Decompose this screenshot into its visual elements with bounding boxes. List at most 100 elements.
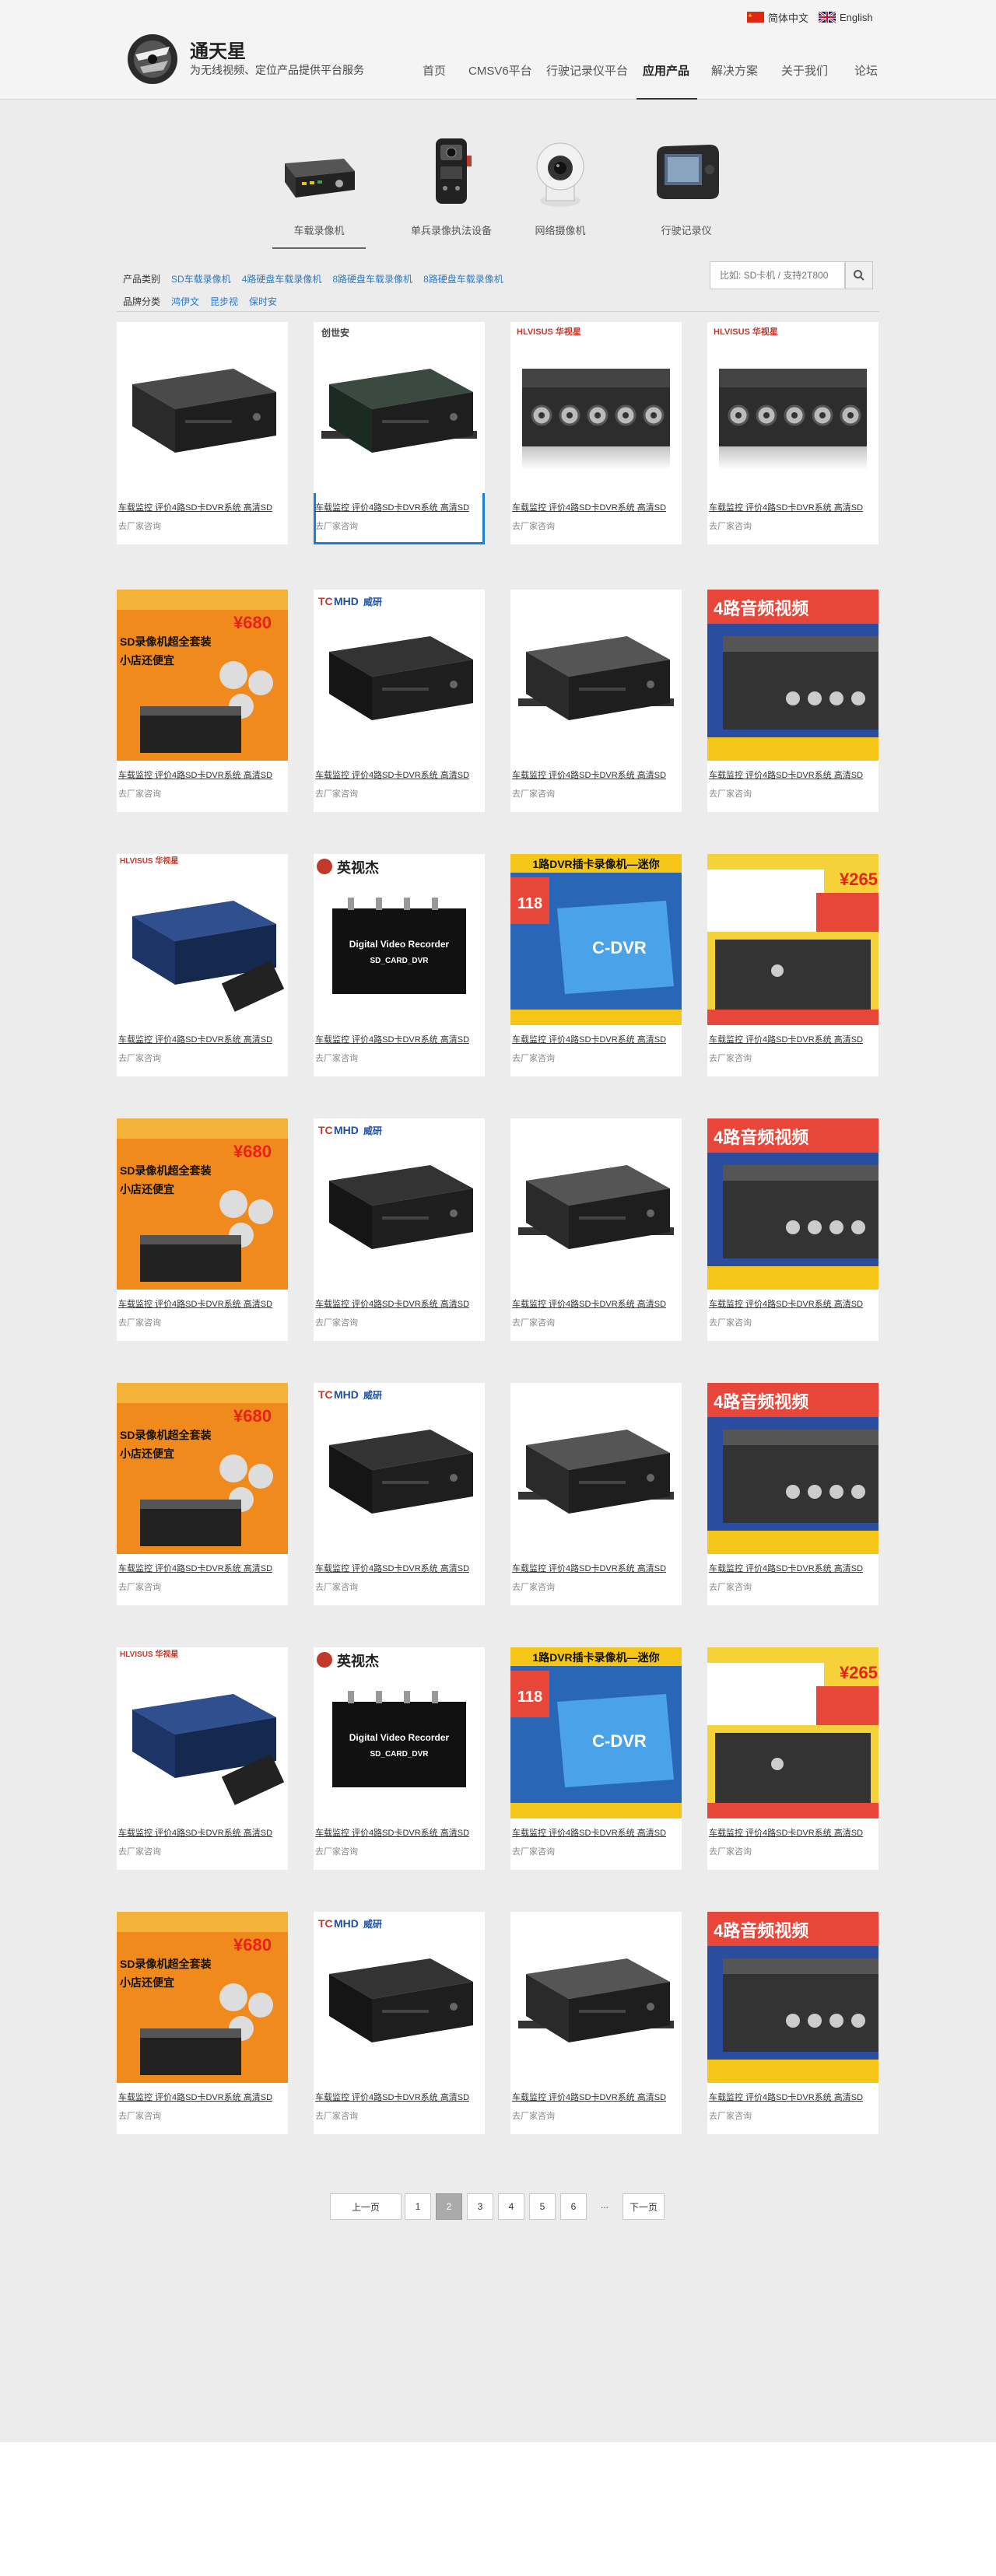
product-card[interactable]: 4路音频视频 车载监控 评价4路SD卡DVR系统 高清SD 去厂家咨询 — [707, 1383, 879, 1605]
product-title[interactable]: 车载监控 评价4路SD卡DVR系统 高清SD — [709, 1826, 877, 1839]
product-card[interactable]: ¥265 车载监控 评价4路SD卡DVR系统 高清SD 去厂家咨询 — [707, 1647, 879, 1870]
product-image[interactable]: ¥680 SD录像机超全套装小店还便宜 — [117, 590, 288, 761]
product-image[interactable]: ¥680 SD录像机超全套装小店还便宜 — [117, 1118, 288, 1290]
product-card[interactable]: TC MHD 威研 车载监控 评价4路SD卡DVR系统 高清SD 去厂家咨询 — [314, 590, 485, 812]
product-image[interactable] — [117, 322, 288, 493]
product-image[interactable] — [510, 590, 682, 761]
product-image[interactable]: TC MHD 威研 — [314, 1383, 485, 1554]
product-card[interactable]: ¥265 车载监控 评价4路SD卡DVR系统 高清SD 去厂家咨询 — [707, 854, 879, 1076]
page-button-2[interactable]: 2 — [436, 2193, 462, 2220]
page-button-6[interactable]: 6 — [560, 2193, 587, 2220]
product-card[interactable]: ¥680 SD录像机超全套装 小店还便宜车载监控 评价4路SD卡DVR系统 高清SD… — [117, 1912, 288, 2134]
product-image[interactable] — [510, 1912, 682, 2083]
product-title[interactable]: 车载监控 评价4路SD卡DVR系统 高清SD — [512, 2091, 680, 2103]
product-card[interactable]: 4路音频视频 车载监控 评价4路SD卡DVR系统 高清SD 去厂家咨询 — [707, 1118, 879, 1341]
page-button-5[interactable]: 5 — [529, 2193, 556, 2220]
product-card[interactable]: 车载监控 评价4路SD卡DVR系统 高清SD 去厂家咨询 — [510, 1118, 682, 1341]
product-title[interactable]: 车载监控 评价4路SD卡DVR系统 高清SD — [709, 1562, 877, 1574]
product-title[interactable]: 车载监控 评价4路SD卡DVR系统 高清SD — [512, 1297, 680, 1310]
product-title[interactable]: 车载监控 评价4路SD卡DVR系统 高清SD — [709, 768, 877, 781]
nav-solutions[interactable]: 解决方案 — [711, 62, 758, 79]
product-image[interactable]: 4路音频视频 — [707, 590, 879, 761]
product-card[interactable]: 车载监控 评价4路SD卡DVR系统 高清SD 去厂家咨询 — [510, 1383, 682, 1605]
lang-english-link[interactable]: English — [819, 9, 873, 25]
product-card[interactable]: 车载监控 评价4路SD卡DVR系统 高清SD 去厂家咨询 — [510, 1912, 682, 2134]
category-dashcam[interactable]: 行驶记录仪 — [624, 124, 749, 249]
product-title[interactable]: 车载监控 评价4路SD卡DVR系统 高清SD — [512, 501, 680, 513]
filter-type-option[interactable]: SD车载录像机 — [171, 272, 231, 285]
product-title[interactable]: 车载监控 评价4路SD卡DVR系统 高清SD — [118, 501, 286, 513]
product-image[interactable]: ¥265 — [707, 1647, 879, 1818]
product-card[interactable]: HLVISUS 华视星 车载监控 评价4路SD卡DVR系统 高清SD 去厂家咨询 — [707, 322, 879, 544]
category-body-camera[interactable]: 单兵录像执法设备 — [389, 124, 514, 249]
prev-page-button[interactable]: 上一页 — [330, 2193, 402, 2220]
product-title[interactable]: 车载监控 评价4路SD卡DVR系统 高清SD — [512, 1826, 680, 1839]
product-image[interactable]: ¥680 SD录像机超全套装小店还便宜 — [117, 1383, 288, 1554]
product-title[interactable]: 车载监控 评价4路SD卡DVR系统 高清SD — [315, 501, 483, 513]
filter-type-option[interactable]: 8路硬盘车载录像机 — [423, 272, 503, 285]
nav-cmsv6[interactable]: CMSV6平台 — [468, 62, 532, 79]
product-image[interactable]: ¥680 SD录像机超全套装小店还便宜 — [117, 1912, 288, 2083]
product-title[interactable]: 车载监控 评价4路SD卡DVR系统 高清SD — [118, 1562, 286, 1574]
product-card[interactable]: TC MHD 威研 车载监控 评价4路SD卡DVR系统 高清SD 去厂家咨询 — [314, 1912, 485, 2134]
product-title[interactable]: 车载监控 评价4路SD卡DVR系统 高清SD — [118, 768, 286, 781]
product-image[interactable]: HLVISUS 华视星 — [510, 322, 682, 493]
product-title[interactable]: 车载监控 评价4路SD卡DVR系统 高清SD — [118, 1033, 286, 1045]
product-title[interactable]: 车载监控 评价4路SD卡DVR系统 高清SD — [118, 1297, 286, 1310]
product-image[interactable]: TC MHD 威研 — [314, 1912, 485, 2083]
product-title[interactable]: 车载监控 评价4路SD卡DVR系统 高清SD — [315, 768, 483, 781]
product-card[interactable]: TC MHD 威研 车载监控 评价4路SD卡DVR系统 高清SD 去厂家咨询 — [314, 1383, 485, 1605]
product-image[interactable]: ¥265 — [707, 854, 879, 1025]
product-card[interactable]: 1路DVR插卡录像机—迷你 118 C-DVR 车载监控 评价4路SD卡DVR系统 高… — [510, 854, 682, 1076]
product-card[interactable]: 英视杰 Digital Video Recorder SD_CARD_DVR 车载监控… — [314, 1647, 485, 1870]
search-input[interactable] — [710, 261, 845, 289]
product-card[interactable]: HLVISUS 华视星 车载监控 评价4路SD卡DVR系统 高清SD 去厂家咨询 — [510, 322, 682, 544]
filter-type-option[interactable]: 8路硬盘车载录像机 — [332, 272, 412, 285]
product-card[interactable]: 创世安 车载监控 评价4路SD卡DVR系统 高清SD 去厂家咨询 — [314, 322, 485, 544]
product-card[interactable]: 4路音频视频 车载监控 评价4路SD卡DVR系统 高清SD 去厂家咨询 — [707, 590, 879, 812]
product-image[interactable]: 4路音频视频 — [707, 1912, 879, 2083]
lang-chinese-link[interactable]: 简体中文 — [747, 9, 808, 25]
product-title[interactable]: 车载监控 评价4路SD卡DVR系统 高清SD — [709, 1033, 877, 1045]
filter-brand-option[interactable]: 昆步视 — [210, 295, 238, 308]
product-title[interactable]: 车载监控 评价4路SD卡DVR系统 高清SD — [315, 1297, 483, 1310]
product-title[interactable]: 车载监控 评价4路SD卡DVR系统 高清SD — [315, 1562, 483, 1574]
product-image[interactable]: 1路DVR插卡录像机—迷你 118 C-DVR — [510, 1647, 682, 1818]
product-card[interactable]: 英视杰 Digital Video Recorder SD_CARD_DVR 车载监控… — [314, 854, 485, 1076]
product-image[interactable]: 英视杰 Digital Video Recorder SD_CARD_DVR — [314, 1647, 485, 1818]
nav-home[interactable]: 首页 — [423, 62, 446, 79]
product-title[interactable]: 车载监控 评价4路SD卡DVR系统 高清SD — [118, 1826, 286, 1839]
product-image[interactable]: TC MHD 威研 — [314, 1118, 485, 1290]
product-card[interactable]: HLVISUS 华视星 车载监控 评价4路SD卡DVR系统 高清SD 去厂家咨询 — [117, 1647, 288, 1870]
filter-brand-option[interactable]: 保时安 — [249, 295, 277, 308]
product-card[interactable]: 车载监控 评价4路SD卡DVR系统 高清SD 去厂家咨询 — [117, 322, 288, 544]
product-title[interactable]: 车载监控 评价4路SD卡DVR系统 高清SD — [709, 1297, 877, 1310]
product-card[interactable]: 4路音频视频 车载监控 评价4路SD卡DVR系统 高清SD 去厂家咨询 — [707, 1912, 879, 2134]
product-card[interactable]: 车载监控 评价4路SD卡DVR系统 高清SD 去厂家咨询 — [510, 590, 682, 812]
product-title[interactable]: 车载监控 评价4路SD卡DVR系统 高清SD — [709, 2091, 877, 2103]
filter-type-option[interactable]: 4路硬盘车载录像机 — [242, 272, 322, 285]
product-image[interactable]: TC MHD 威研 — [314, 590, 485, 761]
product-title[interactable]: 车载监控 评价4路SD卡DVR系统 高清SD — [315, 1826, 483, 1839]
product-card[interactable]: ¥680 SD录像机超全套装 小店还便宜车载监控 评价4路SD卡DVR系统 高清SD… — [117, 590, 288, 812]
nav-about[interactable]: 关于我们 — [781, 62, 828, 79]
page-button-4[interactable]: 4 — [498, 2193, 524, 2220]
product-card[interactable]: 1路DVR插卡录像机—迷你 118 C-DVR 车载监控 评价4路SD卡DVR系统 高… — [510, 1647, 682, 1870]
category-mobile-dvr[interactable]: 车载录像机 — [257, 124, 381, 249]
nav-forum[interactable]: 论坛 — [854, 62, 878, 79]
product-title[interactable]: 车载监控 评价4路SD卡DVR系统 高清SD — [118, 2091, 286, 2103]
product-card[interactable]: ¥680 SD录像机超全套装 小店还便宜车载监控 评价4路SD卡DVR系统 高清SD… — [117, 1118, 288, 1341]
product-image[interactable]: 4路音频视频 — [707, 1383, 879, 1554]
product-card[interactable]: TC MHD 威研 车载监控 评价4路SD卡DVR系统 高清SD 去厂家咨询 — [314, 1118, 485, 1341]
product-image[interactable]: HLVISUS 华视星 — [707, 322, 879, 493]
filter-brand-option[interactable]: 鸿伊文 — [171, 295, 199, 308]
product-title[interactable]: 车载监控 评价4路SD卡DVR系统 高清SD — [315, 1033, 483, 1045]
product-image[interactable] — [510, 1118, 682, 1290]
search-button[interactable] — [845, 261, 873, 289]
product-title[interactable]: 车载监控 评价4路SD卡DVR系统 高清SD — [512, 768, 680, 781]
product-image[interactable] — [510, 1383, 682, 1554]
page-button-1[interactable]: 1 — [405, 2193, 431, 2220]
product-image[interactable]: HLVISUS 华视星 — [117, 1647, 288, 1818]
next-page-button[interactable]: 下一页 — [622, 2193, 665, 2220]
product-title[interactable]: 车载监控 评价4路SD卡DVR系统 高清SD — [512, 1033, 680, 1045]
